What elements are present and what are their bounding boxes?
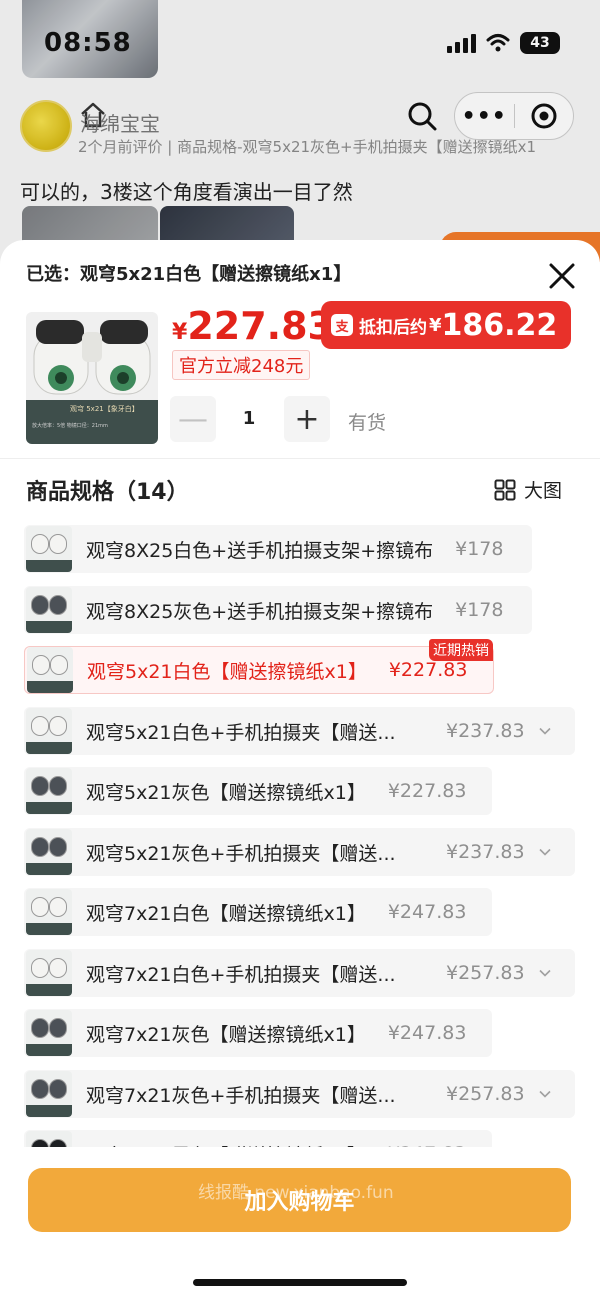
spec-option-price: ¥237.83: [446, 841, 525, 863]
home-indicator: [193, 1279, 407, 1286]
deduct-label: 抵扣后约: [359, 317, 427, 338]
spec-option[interactable]: 观穹8X25灰色+送手机拍摄支架+擦镜布 ¥178: [24, 586, 532, 634]
spec-option-thumbnail: [26, 1071, 72, 1117]
price-value: 227.83: [187, 304, 334, 348]
spec-option[interactable]: 观穹5x21白色【赠送擦镜纸x1】 ¥227.83 近期热销: [24, 639, 494, 694]
spec-option-name: 观穹5x21白色+手机拍摄夹【赠送...: [86, 721, 396, 744]
spec-option-thumbnail: [26, 587, 72, 633]
spec-option-price: ¥227.83: [387, 780, 467, 802]
divider: [0, 458, 600, 459]
spec-option[interactable]: 观穹7x21黑色【赠送擦镜纸x1】 ¥247.83: [24, 1130, 492, 1147]
spec-option-name: 观穹8X25白色+送手机拍摄支架+擦镜布: [86, 539, 434, 562]
watermark: 线报酷 new.xianbao.fun: [198, 1183, 394, 1203]
spec-option[interactable]: 观穹7x21灰色【赠送擦镜纸x1】 ¥247.83: [24, 1009, 492, 1057]
currency-symbol: ¥: [429, 314, 442, 336]
spec-option-thumbnail: [26, 708, 72, 754]
spec-option-price: ¥247.83: [388, 1143, 467, 1147]
sku-selector-sheet: 已选：观穹5x21白色【赠送擦镜纸x1】 观穹 5x21【象牙白】 放大倍率：5…: [0, 240, 600, 1300]
spec-option-thumbnail: [26, 889, 72, 935]
alipay-icon: 支: [331, 314, 353, 336]
spec-option-price: ¥237.83: [446, 720, 525, 742]
spec-option-name: 观穹8X25灰色+送手机拍摄支架+擦镜布: [86, 600, 434, 623]
chevron-down-icon[interactable]: [539, 1088, 551, 1100]
product-image-caption: 观穹 5x21【象牙白】 放大倍率：5倍 物镜口径：21mm: [26, 400, 158, 444]
spec-option[interactable]: 观穹7x21灰色+手机拍摄夹【赠送... ¥257.83: [24, 1070, 575, 1118]
chevron-down-icon[interactable]: [539, 846, 551, 858]
spec-option-name: 观穹5x21白色【赠送擦镜纸x1】: [87, 660, 367, 683]
spec-option-thumbnail: [26, 829, 72, 875]
spec-option-thumbnail: [26, 1010, 72, 1056]
currency-symbol: ¥: [172, 320, 188, 345]
grid-icon: [494, 479, 516, 500]
current-price: ¥227.83: [172, 304, 334, 348]
spec-option-name: 观穹7x21白色【赠送擦镜纸x1】: [86, 902, 366, 925]
spec-option-name: 观穹7x21灰色+手机拍摄夹【赠送...: [86, 1084, 396, 1107]
deduct-price-badge: 支 抵扣后约 ¥ 186.22: [321, 301, 572, 349]
hot-sale-tag: 近期热销: [429, 639, 493, 661]
spec-option[interactable]: 观穹5x21白色+手机拍摄夹【赠送... ¥237.83: [24, 707, 575, 755]
spec-option[interactable]: 观穹5x21灰色+手机拍摄夹【赠送... ¥237.83: [24, 828, 575, 876]
spec-option[interactable]: 观穹8X25白色+送手机拍摄支架+擦镜布 ¥178: [24, 525, 532, 573]
deduct-price-value: 186.22: [441, 307, 558, 343]
spec-option-price: ¥247.83: [387, 1022, 467, 1044]
selected-spec-label: 已选：观穹5x21白色【赠送擦镜纸x1】: [26, 264, 352, 285]
spec-option-price: ¥227.83: [388, 659, 468, 681]
quantity-increase-button[interactable]: +: [284, 396, 330, 442]
big-view-label: 大图: [524, 480, 563, 502]
chevron-down-icon[interactable]: [539, 967, 551, 979]
thumb-caption: 观穹 5x21【象牙白】: [70, 405, 139, 413]
spec-option[interactable]: 观穹7x21白色【赠送擦镜纸x1】 ¥247.83: [24, 888, 492, 936]
spec-option-name: 观穹7x21灰色【赠送擦镜纸x1】: [86, 1023, 366, 1046]
binoculars-image: [33, 320, 151, 395]
promo-badge: 官方立减248元: [172, 350, 311, 380]
quantity-value[interactable]: 1: [226, 408, 272, 429]
spec-option-price: ¥178: [455, 599, 504, 621]
spec-option-name: 观穹7x21黑色【赠送擦镜纸x1】: [86, 1141, 366, 1148]
thumb-specs: 放大倍率：5倍 物镜口径：21mm: [32, 423, 108, 429]
close-icon[interactable]: [546, 260, 578, 292]
spec-option-thumbnail: [26, 950, 72, 996]
spec-option-name: 观穹7x21白色+手机拍摄夹【赠送...: [86, 963, 396, 986]
spec-option-price: ¥247.83: [387, 901, 467, 923]
spec-option-price: ¥257.83: [446, 1083, 525, 1105]
spec-option-list[interactable]: 观穹8X25白色+送手机拍摄支架+擦镜布 ¥178 观穹8X25灰色+送手机拍摄支架…: [24, 525, 584, 1147]
spec-option-thumbnail: [26, 768, 72, 814]
chevron-down-icon[interactable]: [539, 725, 551, 737]
spec-option-thumbnail: [26, 1131, 72, 1147]
spec-option[interactable]: 观穹5x21灰色【赠送擦镜纸x1】 ¥227.83: [24, 767, 492, 815]
big-image-toggle[interactable]: 大图: [494, 476, 562, 503]
quantity-decrease-button[interactable]: —: [170, 396, 216, 442]
spec-option[interactable]: 观穹7x21白色+手机拍摄夹【赠送... ¥257.83: [24, 949, 575, 997]
spec-option-thumbnail: [27, 647, 73, 693]
stock-status: 有货: [348, 412, 387, 434]
spec-option-price: ¥178: [455, 538, 504, 560]
product-image[interactable]: 观穹 5x21【象牙白】 放大倍率：5倍 物镜口径：21mm: [26, 312, 158, 444]
spec-option-price: ¥257.83: [446, 962, 525, 984]
spec-heading: 商品规格（14）: [26, 480, 189, 505]
spec-option-name: 观穹5x21灰色【赠送擦镜纸x1】: [86, 781, 366, 804]
spec-option-name: 观穹5x21灰色+手机拍摄夹【赠送...: [86, 842, 396, 865]
spec-option-thumbnail: [26, 526, 72, 572]
